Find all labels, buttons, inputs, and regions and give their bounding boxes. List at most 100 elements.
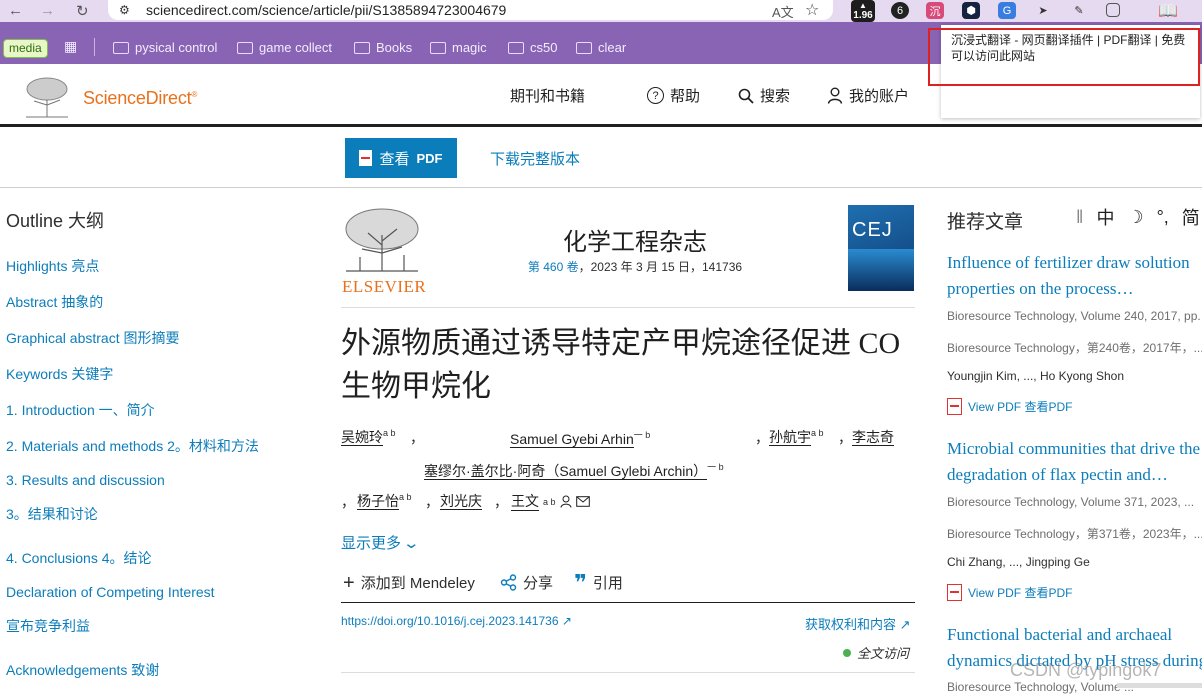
elsevier-wordmark[interactable]: ELSEVIER xyxy=(342,277,426,297)
author-name: 吴婉玲 xyxy=(341,429,383,447)
rec-article-2-title[interactable]: Microbial communities that drive the degr… xyxy=(947,436,1200,488)
rec-title-line: Microbial communities that drive the xyxy=(947,439,1201,458)
rights-content-link[interactable]: 获取权利和内容 ↗ xyxy=(805,614,911,633)
cite-button[interactable]: ❞ 引用 xyxy=(574,571,623,593)
brand-mark: ® xyxy=(191,90,198,99)
bookmark-folder-cs50[interactable]: cs50 xyxy=(508,40,557,55)
nav-journals-books[interactable]: 期刊和书籍 xyxy=(510,85,585,106)
author-6[interactable]: 杨子怡a b xyxy=(357,492,412,511)
author-7[interactable]: 刘光庆 xyxy=(440,492,482,511)
simplified-toggle[interactable]: 简 xyxy=(1182,204,1200,230)
author-4[interactable]: 李志奇 xyxy=(852,428,894,447)
author-5[interactable]: 塞缪尔·盖尔比·阿奇（Samuel Gylebi Archin）一 b xyxy=(424,460,724,481)
url-text[interactable]: sciencedirect.com/science/article/pii/S1… xyxy=(146,2,506,18)
outline-item-graphical-abstract[interactable]: Graphical abstract 图形摘要 xyxy=(6,328,180,348)
pen-extension-icon[interactable]: ✎ xyxy=(1070,2,1088,19)
outline-item-acknowledgements[interactable]: Acknowledgements 致谢 xyxy=(6,660,159,680)
author-affil: a b xyxy=(543,496,556,507)
author-8[interactable]: 王文 a b xyxy=(511,492,590,511)
back-icon[interactable]: ← xyxy=(8,2,23,19)
chinese-toggle[interactable]: 中 xyxy=(1096,204,1114,230)
translate-page-icon[interactable]: A文 xyxy=(772,2,794,21)
bookmark-label: game collect xyxy=(259,40,332,55)
sciencedirect-logo[interactable]: ScienceDirect® xyxy=(83,88,197,109)
author-2[interactable]: Samuel Gyebi Arhin一 b xyxy=(510,428,650,449)
outline-item-competing-interest-zh[interactable]: 宣布竞争利益 xyxy=(6,616,90,636)
browser-toolbar: ← → ↻ ⚙ sciencedirect.com/science/articl… xyxy=(0,0,1202,22)
author-affil: 一 b xyxy=(633,430,651,440)
author-1[interactable]: 吴婉玲a b xyxy=(341,428,396,447)
rec-title-line: Influence of fertilizer draw solution xyxy=(947,253,1190,272)
person-icon xyxy=(560,495,572,508)
author-affil: 一 b xyxy=(707,462,724,472)
author-name: Samuel Gyebi Arhin xyxy=(510,431,634,449)
author-separator: ， xyxy=(755,430,769,446)
elsevier-logo-tree[interactable] xyxy=(342,205,422,275)
outline-item-introduction[interactable]: 1. Introduction 一、简介 xyxy=(6,400,155,420)
bookmark-label: clear xyxy=(598,40,627,55)
rec-article-1-title[interactable]: Influence of fertilizer draw solution pro… xyxy=(947,250,1190,302)
apps-grid-icon[interactable]: ▦ xyxy=(64,38,77,55)
add-to-mendeley-button[interactable]: + 添加到 Mendeley xyxy=(343,572,475,593)
plus-icon: + xyxy=(343,571,355,594)
extensions-puzzle-icon[interactable] xyxy=(1106,3,1120,17)
journal-cover[interactable]: CEJ xyxy=(848,205,914,291)
download-full-link[interactable]: 下载完整版本 xyxy=(490,148,580,169)
share-button[interactable]: 分享 xyxy=(500,572,553,593)
csdn-watermark: CSDN @typingok7 xyxy=(1010,660,1162,680)
volume-link[interactable]: 第 460 卷 xyxy=(528,260,579,274)
pdf-icon xyxy=(947,584,962,601)
outline-item-competing-interest[interactable]: Declaration of Competing Interest xyxy=(6,584,215,600)
author-3[interactable]: 孙航宇a b xyxy=(769,428,824,447)
rec-article-2-source: Bioresource Technology, Volume 371, 2023… xyxy=(947,495,1195,509)
show-more-link[interactable]: 显示更多 ⌄ xyxy=(341,532,420,553)
punctuation-icon[interactable]: °, xyxy=(1157,207,1169,228)
nav-search[interactable]: 搜索 xyxy=(738,85,790,106)
extension-cube-icon[interactable]: ⬢ xyxy=(962,2,980,19)
outline-item-materials-methods[interactable]: 2. Materials and methods 2。材料和方法 xyxy=(6,436,259,456)
outline-item-conclusions[interactable]: 4. Conclusions 4。结论 xyxy=(6,548,152,568)
site-info-icon[interactable]: ⚙ xyxy=(119,3,130,17)
journal-title[interactable]: 化学工程杂志 xyxy=(445,222,825,257)
immersive-translate-float-bar[interactable]: ‖ 中 ☽ °, 简 xyxy=(1070,202,1202,232)
forward-icon[interactable]: → xyxy=(40,2,55,19)
drag-handle-icon[interactable]: ‖ xyxy=(1076,207,1083,228)
bookmark-folder-clear[interactable]: clear xyxy=(576,40,626,55)
nav-account[interactable]: 我的账户 xyxy=(827,85,909,106)
immersive-translate-icon[interactable]: 沉 xyxy=(926,2,944,19)
bookmark-star-icon[interactable]: ☆ xyxy=(805,0,819,20)
outline-item-highlights[interactable]: Highlights 亮点 xyxy=(6,256,99,276)
bookmark-folder-game-collect[interactable]: game collect xyxy=(237,40,332,55)
article-title: 外源物质通过诱导特定产甲烷途径促进 CO 生物甲烷化 xyxy=(341,327,901,403)
outline-item-abstract[interactable]: Abstract 抽象的 xyxy=(6,292,103,312)
nav-help[interactable]: ? 帮助 xyxy=(647,85,700,106)
article-divider xyxy=(341,672,915,673)
cursor-extension-icon[interactable]: ➤ xyxy=(1034,2,1052,19)
bookmark-folder-books[interactable]: Books xyxy=(354,40,412,55)
reload-icon[interactable]: ↻ xyxy=(76,2,89,20)
rec-article-1-view-pdf[interactable]: View PDF 查看PDF xyxy=(947,398,1072,415)
reading-mode-icon[interactable]: 📖 xyxy=(1158,1,1178,21)
email-icon[interactable] xyxy=(575,496,590,507)
bookmark-folder-pysical-control[interactable]: pysical control xyxy=(113,40,217,55)
view-pdf-button[interactable]: 查看 PDF xyxy=(345,138,457,178)
author-affil: a b xyxy=(811,428,824,438)
moon-icon[interactable]: ☽ xyxy=(1127,207,1143,228)
bookmark-folder-magic[interactable]: magic xyxy=(430,40,487,55)
author-name: 刘光庆 xyxy=(440,493,482,510)
rec-article-2-source-zh: Bioresource Technology，第371卷，2023年，... xyxy=(947,527,1202,541)
rec-article-2-view-pdf[interactable]: View PDF 查看PDF xyxy=(947,584,1072,601)
outline-item-results-discussion-zh[interactable]: 3。结果和讨论 xyxy=(6,504,98,524)
extension-6-icon[interactable]: 6 xyxy=(891,2,909,19)
doi-link[interactable]: https://doi.org/10.1016/j.cej.2023.14173… xyxy=(341,614,572,628)
outline-item-results-discussion[interactable]: 3. Results and discussion xyxy=(6,472,165,488)
action-label: 添加到 Mendeley xyxy=(360,575,475,592)
access-label: 全文访问 xyxy=(857,646,910,661)
volume-line: 第 460 卷，2023 年 3 月 15 日，141736 xyxy=(445,258,825,275)
outline-item-keywords[interactable]: Keywords 关键字 xyxy=(6,364,113,384)
elsevier-tree-logo[interactable] xyxy=(22,75,72,119)
extension-badge-icon[interactable]: ▲ 1.96 xyxy=(851,0,875,22)
bookmark-media[interactable]: media xyxy=(3,39,48,58)
author-separator: ， xyxy=(410,430,424,446)
google-translate-icon[interactable]: G xyxy=(998,2,1016,19)
